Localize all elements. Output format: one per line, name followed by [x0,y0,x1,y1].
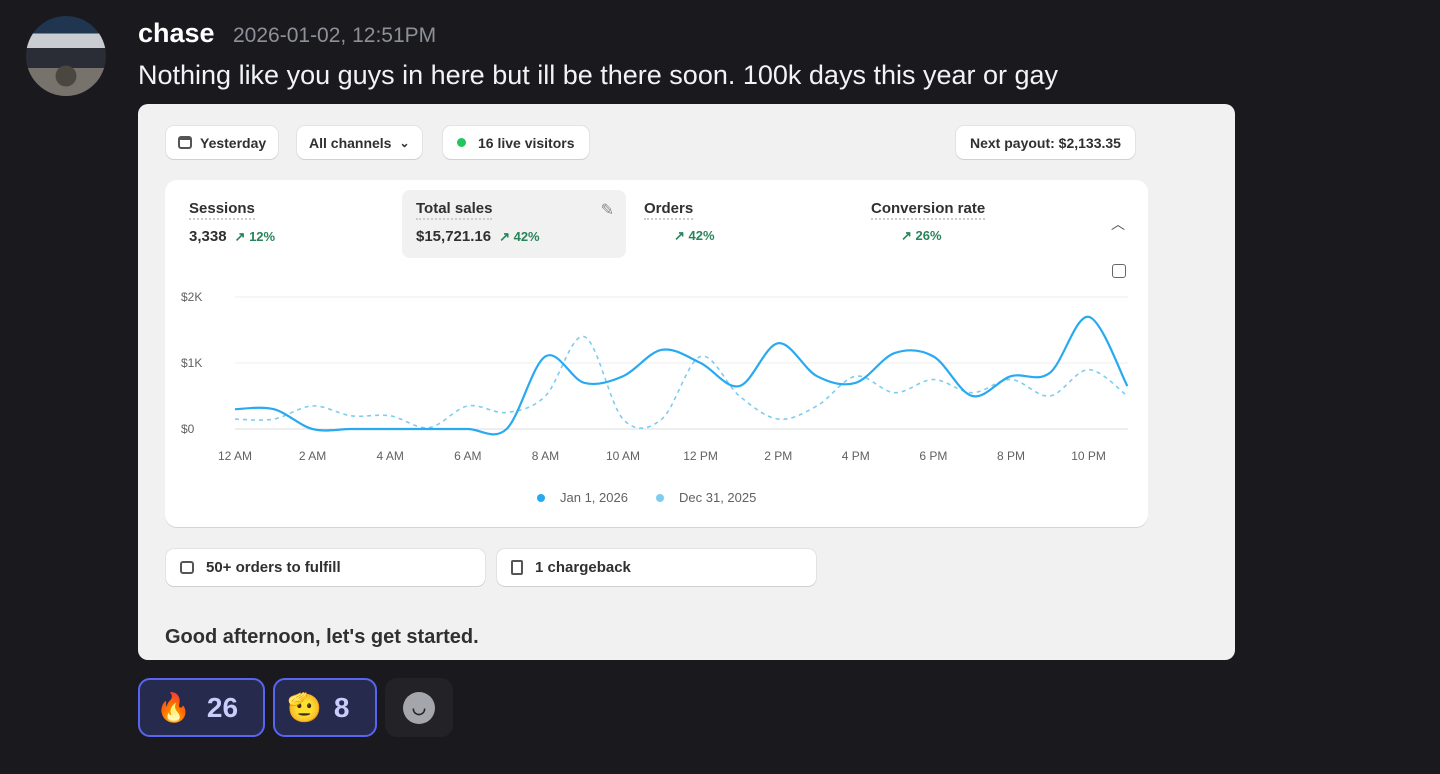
x-tick-label: 12 PM [683,449,718,463]
live-visitors-label: 16 live visitors [478,134,575,151]
channel-filter-dropdown[interactable]: All channels ⌄ [297,126,422,159]
x-tick-label: 6 AM [454,449,481,463]
inbox-icon [180,561,194,574]
y-tick-label: $1K [181,356,202,370]
y-tick-label: $2K [181,290,202,304]
chevron-down-icon: ⌄ [399,135,410,150]
next-payout-label: Next payout: $2,133.35 [970,134,1121,151]
x-tick-label: 10 AM [606,449,640,463]
orders-to-fulfill-button[interactable]: 50+ orders to fulfill [166,549,485,586]
message-text: Nothing like you guys in here but ill be… [138,60,1059,90]
channel-filter-label: All channels [309,134,392,151]
fire-emoji-icon: 🔥 [156,692,191,723]
x-tick-label: 8 PM [997,449,1025,463]
smiley-icon: ◡ [403,691,435,724]
reaction-count: 8 [333,691,350,723]
date-filter-label: Yesterday [200,134,267,151]
reaction-count: 26 [206,691,239,723]
live-dot-icon [457,138,466,147]
add-reaction-button[interactable]: ◡ [385,678,453,737]
task-label: 50+ orders to fulfill [206,559,341,576]
task-label: 1 chargeback [535,559,631,576]
avatar[interactable] [26,16,106,96]
image-attachment[interactable]: Yesterday All channels ⌄ 16 live visitor… [138,104,1235,660]
next-payout-button[interactable]: Next payout: $2,133.35 [956,126,1135,159]
x-tick-label: 2 AM [299,449,326,463]
legend-label[interactable]: Dec 31, 2025 [679,490,756,505]
chargeback-button[interactable]: 1 chargeback [497,549,816,586]
x-tick-label: 8 AM [532,449,559,463]
reaction-fire[interactable]: 🔥 26 [138,678,265,737]
series-line-current [234,315,1129,436]
metrics-card: Sessions 3,338 ↗ 12% Total sales ✎ $15,72… [165,180,1148,527]
legend-marker [656,494,664,502]
calendar-icon [178,136,192,149]
x-tick-label: 6 PM [919,449,947,463]
x-tick-label: 2 PM [764,449,792,463]
username[interactable]: chase [138,18,215,49]
x-tick-label: 10 PM [1071,449,1106,463]
x-tick-label: 4 AM [377,449,404,463]
series-line-previous [234,335,1128,429]
reaction-salute[interactable]: 🫡 8 [273,678,377,737]
live-visitors-button[interactable]: 16 live visitors [443,126,589,159]
legend-label[interactable]: Jan 1, 2026 [560,490,628,505]
clipboard-check-icon [511,560,523,575]
salute-emoji-icon: 🫡 [287,692,322,723]
greeting: Good afternoon, let's get started. [165,626,479,648]
timestamp: 2026-01-02, 12:51PM [233,24,437,47]
x-tick-label: 12 AM [218,449,252,463]
x-tick-label: 4 PM [842,449,870,463]
y-tick-label: $0 [181,422,195,436]
legend-marker [537,494,545,502]
sales-chart: $0 $1K $2K 12 AM 2 AM 4 AM 6 AM 8 AM 10 AM 12 PM 2… [181,290,1129,505]
date-filter-button[interactable]: Yesterday [166,126,279,159]
